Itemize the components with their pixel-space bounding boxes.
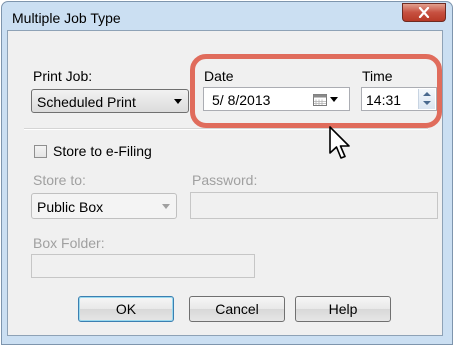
print-job-label: Print Job: (33, 68, 93, 84)
store-to-efiling-checkbox[interactable] (34, 145, 47, 158)
arrow-cursor-icon (329, 126, 350, 159)
print-job-value: Scheduled Print (37, 94, 136, 110)
box-folder-label: Box Folder: (33, 235, 105, 251)
store-to-efiling-label[interactable]: Store to e-Filing (53, 143, 152, 159)
cancel-button[interactable]: Cancel (189, 296, 285, 322)
chevron-down-icon (162, 204, 170, 209)
password-field[interactable] (190, 192, 438, 219)
cancel-button-label: Cancel (215, 301, 259, 317)
chevron-down-icon (174, 99, 182, 104)
title-bar: Multiple Job Type (2, 2, 452, 32)
store-to-label: Store to: (33, 172, 86, 188)
close-button[interactable] (402, 3, 446, 22)
mouse-cursor (329, 126, 353, 165)
separator (24, 128, 428, 130)
store-to-select[interactable]: Public Box (31, 193, 177, 219)
print-job-select[interactable]: Scheduled Print (31, 89, 189, 113)
store-to-value: Public Box (37, 199, 104, 215)
help-button[interactable]: Help (295, 296, 391, 322)
ok-button-label: OK (115, 301, 137, 317)
password-label: Password: (192, 172, 258, 188)
highlight-annotation (190, 54, 442, 128)
box-folder-field[interactable] (31, 254, 255, 278)
close-icon (418, 7, 430, 18)
window-title: Multiple Job Type (12, 10, 121, 26)
ok-button[interactable]: OK (78, 296, 174, 322)
help-button-label: Help (328, 301, 358, 317)
